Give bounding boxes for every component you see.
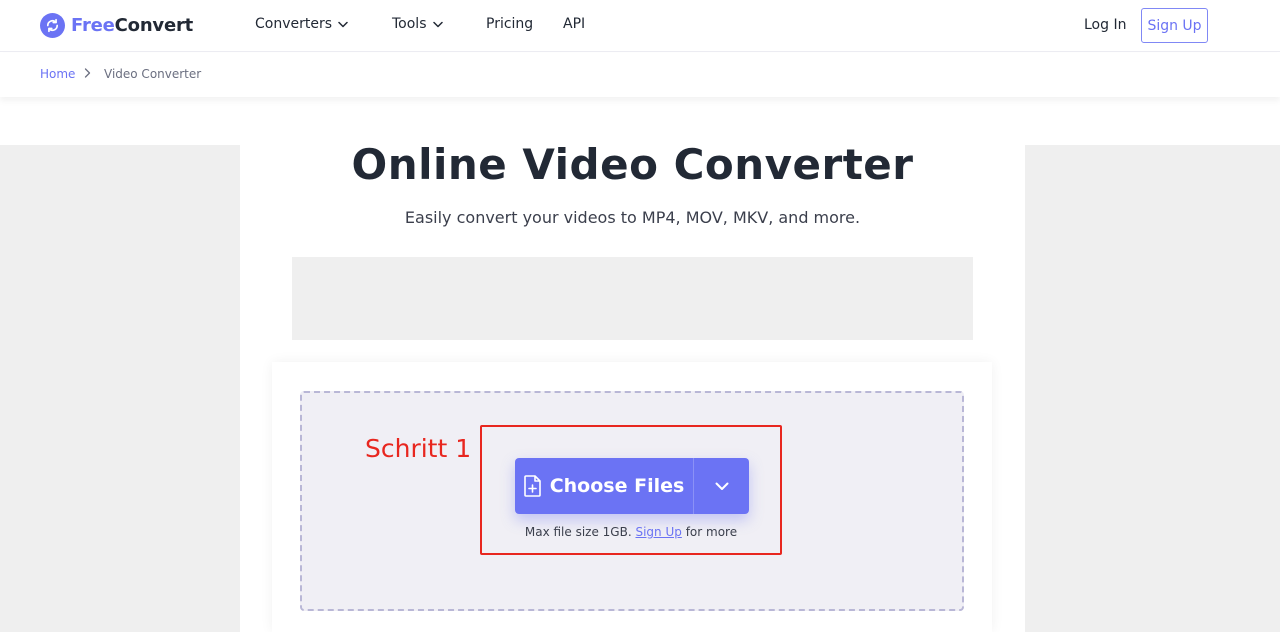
breadcrumb-current: Video Converter xyxy=(104,67,202,81)
nav-api[interactable]: API xyxy=(563,16,585,32)
nav-pricing[interactable]: Pricing xyxy=(486,16,533,32)
breadcrumb: Home Video Converter xyxy=(0,53,1280,97)
signup-link[interactable]: Sign Up xyxy=(635,525,681,539)
nav-converters-label: Converters xyxy=(255,16,333,32)
choose-files-button[interactable]: Choose Files xyxy=(515,458,693,514)
nav-tools[interactable]: Tools xyxy=(392,16,443,32)
nav-pricing-label: Pricing xyxy=(486,16,534,32)
file-plus-icon xyxy=(523,475,542,497)
chevron-down-icon xyxy=(715,482,729,491)
ad-placeholder xyxy=(292,257,973,340)
chevron-down-icon xyxy=(432,21,443,28)
choose-source-dropdown[interactable] xyxy=(694,458,749,514)
max-note-prefix: Max file size 1GB. xyxy=(524,525,632,539)
sync-icon xyxy=(40,13,65,38)
choose-files-group: Choose Files xyxy=(515,458,749,514)
nav-converters[interactable]: Converters xyxy=(255,16,348,32)
choose-files-label: Choose Files xyxy=(549,475,685,497)
signup-button[interactable]: Sign Up xyxy=(1141,8,1208,43)
nav-api-label: API xyxy=(563,16,586,32)
annotation-label: Schritt 1 xyxy=(365,434,472,463)
nav-tools-label: Tools xyxy=(392,16,427,32)
site-header: FreeConvert Converters Tools Pricing API… xyxy=(0,0,1280,52)
chevron-down-icon xyxy=(338,21,348,28)
page-subtitle: Easily convert your videos to MP4, MOV, … xyxy=(404,208,861,227)
max-note-suffix: for more xyxy=(685,525,738,539)
chevron-right-icon xyxy=(84,68,91,78)
page-title: Online Video Converter xyxy=(351,140,914,189)
max-file-size-note: Max file size 1GB. Sign Up for more xyxy=(480,525,782,539)
breadcrumb-home[interactable]: Home xyxy=(40,67,75,81)
login-link[interactable]: Log In xyxy=(1084,17,1126,33)
logo-text: FreeConvert xyxy=(71,15,194,36)
logo[interactable]: FreeConvert xyxy=(40,13,193,38)
